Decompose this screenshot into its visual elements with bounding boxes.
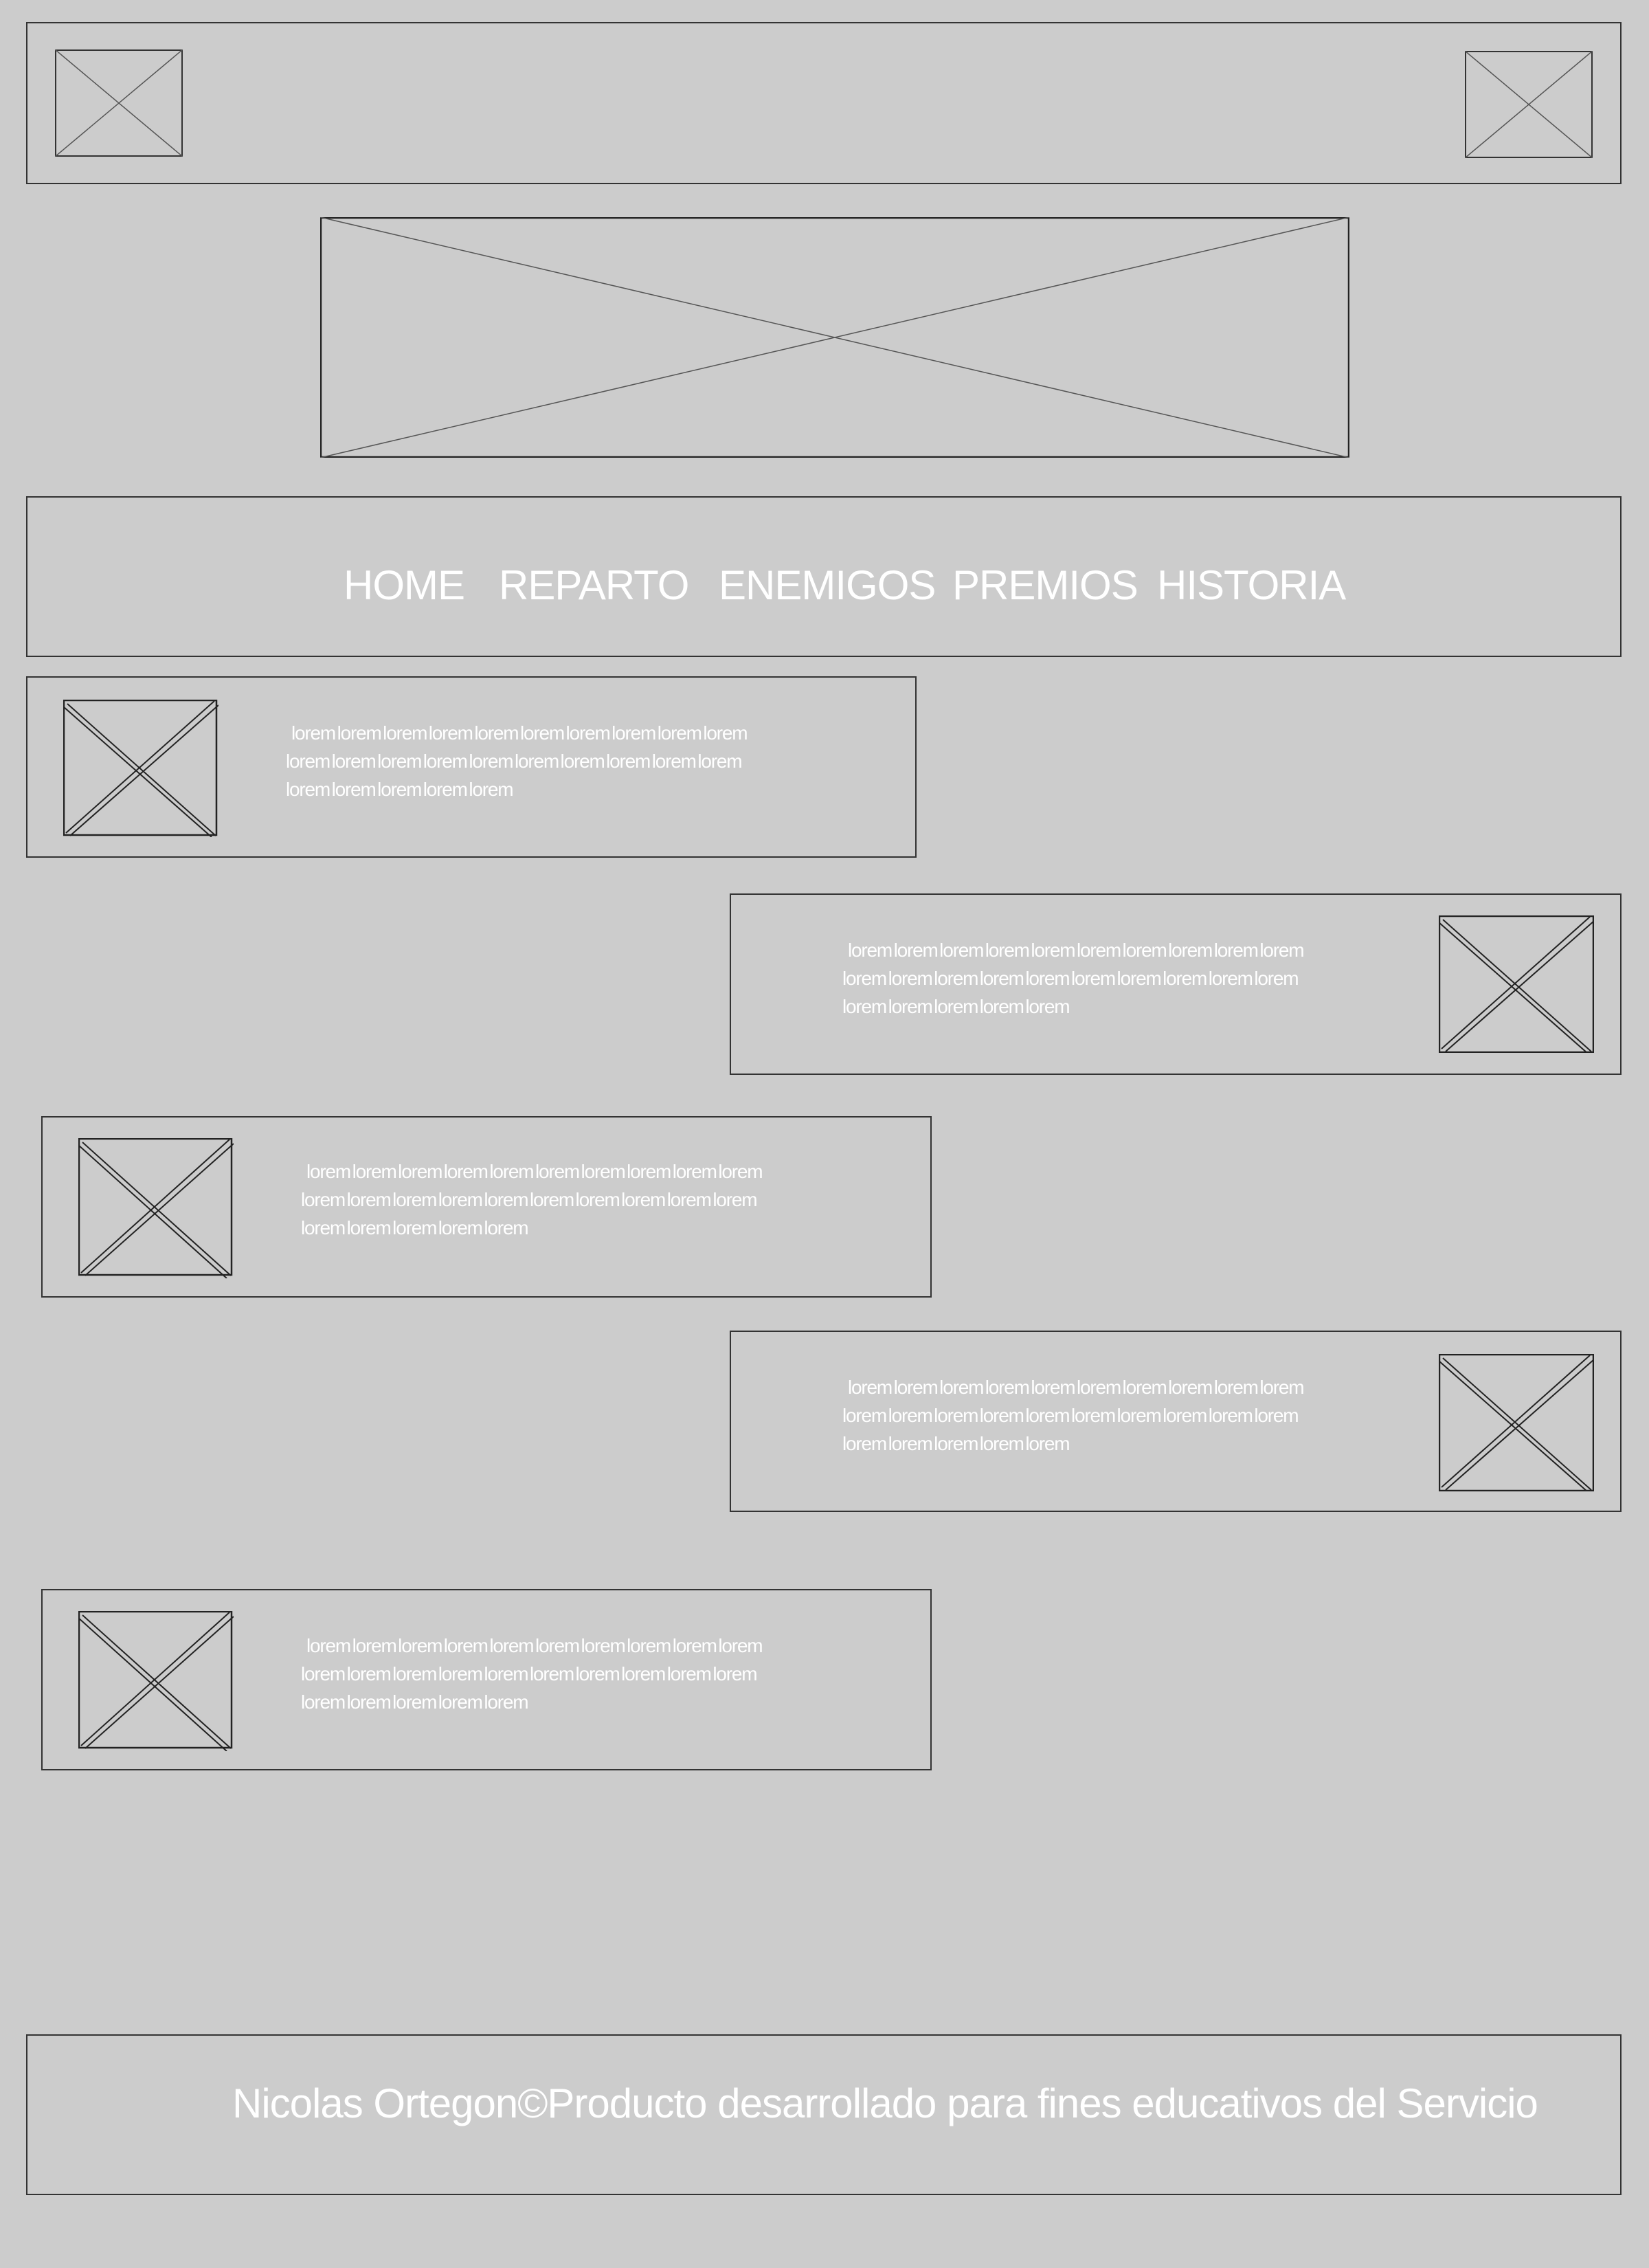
- nav-historia[interactable]: HISTORIA: [1157, 565, 1346, 606]
- card-1-line-2: lorem lorem lorem lorem lorem lorem lore…: [286, 751, 743, 772]
- nav-reparto[interactable]: REPARTO: [499, 565, 689, 606]
- nav-enemigos[interactable]: ENEMIGOS: [719, 565, 936, 606]
- card-1-text: lorem lorem lorem lorem lorem lorem lore…: [286, 719, 748, 803]
- content-card-3: lorem lorem lorem lorem lorem lorem lore…: [41, 1116, 932, 1298]
- card-3-image-placeholder-icon: [78, 1138, 234, 1278]
- banner-image-placeholder-icon: [320, 217, 1349, 458]
- card-5-text: lorem lorem lorem lorem lorem lorem lore…: [301, 1632, 763, 1716]
- card-3-line-3: lorem lorem lorem lorem lorem: [301, 1217, 529, 1238]
- nav-bar: HOME REPARTO ENEMIGOS PREMIOS HISTORIA: [26, 496, 1622, 657]
- card-2-image-placeholder-icon: [1439, 915, 1594, 1053]
- card-4-image-placeholder-icon: [1439, 1354, 1594, 1491]
- card-4-line-2: lorem lorem lorem lorem lorem lorem lore…: [842, 1405, 1299, 1426]
- card-2-line-1: lorem lorem lorem lorem lorem lorem lore…: [848, 940, 1305, 961]
- nav-home[interactable]: HOME: [344, 565, 465, 606]
- content-card-2: lorem lorem lorem lorem lorem lorem lore…: [730, 893, 1622, 1075]
- card-2-text: lorem lorem lorem lorem lorem lorem lore…: [842, 936, 1305, 1021]
- card-3-line-2: lorem lorem lorem lorem lorem lorem lore…: [301, 1189, 758, 1210]
- card-2-line-3: lorem lorem lorem lorem lorem: [842, 996, 1070, 1017]
- card-4-line-1: lorem lorem lorem lorem lorem lorem lore…: [848, 1377, 1305, 1398]
- card-1-line-1: lorem lorem lorem lorem lorem lorem lore…: [291, 722, 748, 744]
- card-4-line-3: lorem lorem lorem lorem lorem: [842, 1433, 1070, 1454]
- footer-bar: Nicolas Ortegon©Producto desarrollado pa…: [26, 2034, 1622, 2195]
- card-1-image-placeholder-icon: [63, 700, 218, 837]
- left-logo-placeholder-icon: [55, 49, 183, 157]
- footer-text: Nicolas Ortegon©Producto desarrollado pa…: [232, 2080, 1538, 2126]
- content-card-5: lorem lorem lorem lorem lorem lorem lore…: [41, 1589, 932, 1770]
- content-card-1: lorem lorem lorem lorem lorem lorem lore…: [26, 676, 917, 858]
- card-5-line-2: lorem lorem lorem lorem lorem lorem lore…: [301, 1663, 758, 1685]
- card-2-line-2: lorem lorem lorem lorem lorem lorem lore…: [842, 968, 1299, 989]
- card-4-text: lorem lorem lorem lorem lorem lorem lore…: [842, 1373, 1305, 1458]
- card-5-line-1: lorem lorem lorem lorem lorem lorem lore…: [306, 1635, 763, 1656]
- right-logo-placeholder-icon: [1465, 51, 1593, 158]
- card-1-line-3: lorem lorem lorem lorem lorem: [286, 779, 514, 800]
- content-card-4: lorem lorem lorem lorem lorem lorem lore…: [730, 1331, 1622, 1512]
- header-bar: [26, 22, 1622, 184]
- card-3-text: lorem lorem lorem lorem lorem lorem lore…: [301, 1157, 763, 1242]
- card-5-image-placeholder-icon: [78, 1611, 234, 1751]
- card-3-line-1: lorem lorem lorem lorem lorem lorem lore…: [306, 1161, 763, 1182]
- card-5-line-3: lorem lorem lorem lorem lorem: [301, 1691, 529, 1713]
- nav-premios[interactable]: PREMIOS: [952, 565, 1138, 606]
